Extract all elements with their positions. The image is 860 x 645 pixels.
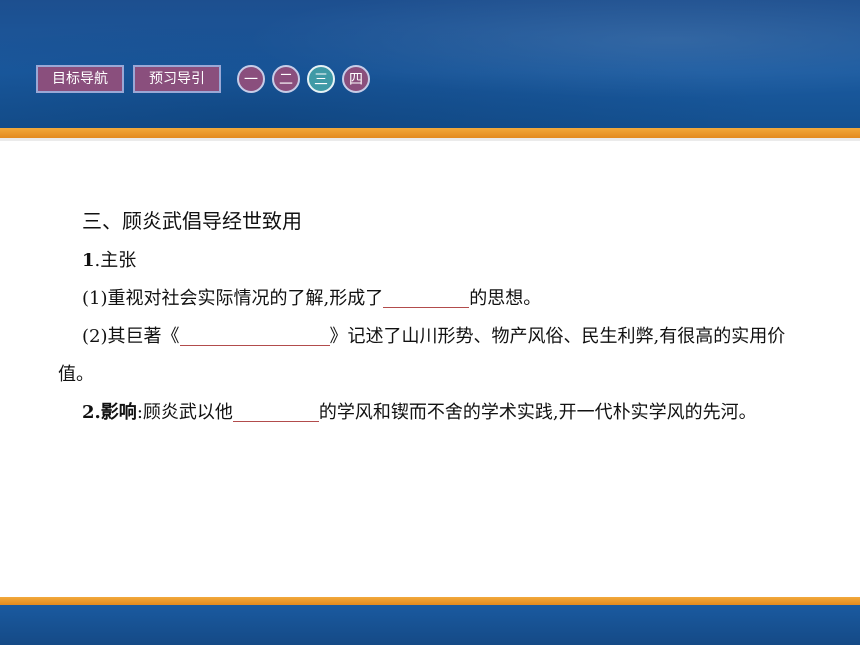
point-1-item-2: (2)其巨著《 》记述了山川形势、物产风俗、民生利弊,有很高的实用价值。 — [58, 318, 818, 394]
nav-tab-goals[interactable]: 目标导航 — [36, 65, 124, 93]
point-2-number: 2 — [82, 402, 95, 423]
point-2-text-before: :顾炎武以他 — [136, 402, 233, 423]
header-accent-stripe — [0, 128, 860, 138]
slide: 目标导航 预习导引 一 二 三 四 三、顾炎武倡导经世致用 1.主张 (1)重视… — [0, 0, 860, 645]
fill-blank-1[interactable] — [383, 285, 470, 308]
item-1-text-after: 的思想。 — [469, 288, 542, 309]
section-title: 三、顾炎武倡导经世致用 — [82, 209, 302, 233]
item-1-text-before: (1)重视对社会实际情况的了解,形成了 — [82, 288, 384, 309]
fill-blank-2[interactable] — [179, 323, 330, 346]
section-button-4[interactable]: 四 — [342, 65, 370, 93]
fill-blank-3[interactable] — [232, 399, 319, 422]
point-2-text-after: 的学风和锲而不舍的学术实践,开一代朴实学风的先河。 — [318, 402, 757, 423]
section-buttons: 一 二 三 四 — [237, 65, 370, 93]
point-1-number: 1 — [82, 250, 95, 271]
point-2-heading-text: .影响 — [94, 402, 137, 423]
lesson-content: 三、顾炎武倡导经世致用 1.主张 (1)重视对社会实际情况的了解,形成了 的思想。… — [58, 200, 818, 432]
item-2-text-before: (2)其巨著《 — [82, 326, 180, 347]
section-button-2[interactable]: 二 — [272, 65, 300, 93]
point-2: 2.影响:顾炎武以他 的学风和锲而不舍的学术实践,开一代朴实学风的先河。 — [58, 394, 818, 432]
point-1-heading-text: .主张 — [94, 250, 137, 271]
point-1-item-1: (1)重视对社会实际情况的了解,形成了 的思想。 — [58, 280, 818, 318]
point-1-heading: 1.主张 — [58, 242, 818, 280]
nav-tab-preview[interactable]: 预习导引 — [133, 65, 221, 93]
navigation-bar: 目标导航 预习导引 一 二 三 四 — [36, 65, 370, 93]
header-stripe-shadow — [0, 138, 860, 141]
footer-accent-stripe — [0, 597, 860, 605]
section-button-3-active[interactable]: 三 — [307, 65, 335, 93]
section-button-1[interactable]: 一 — [237, 65, 265, 93]
footer-band — [0, 605, 860, 645]
